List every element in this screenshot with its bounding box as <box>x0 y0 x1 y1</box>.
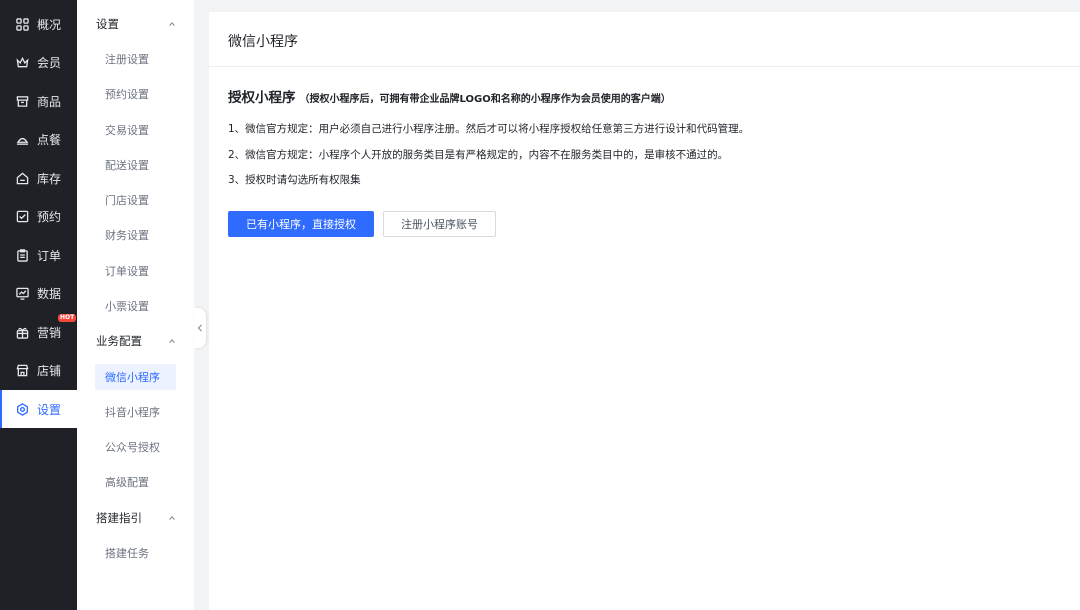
nav-item-marketing[interactable]: 营销 HOT <box>0 313 77 351</box>
monitor-chart-icon <box>16 287 29 300</box>
inventory-icon <box>16 172 29 184</box>
subnav-item-store[interactable]: 门店设置 <box>95 187 176 213</box>
hot-badge: HOT <box>58 314 77 322</box>
subnav-item-build-task[interactable]: 搭建任务 <box>95 540 176 566</box>
chevron-up-icon <box>169 338 175 343</box>
nav-item-booking[interactable]: 预约 <box>0 197 77 235</box>
nav-label: 点餐 <box>37 132 62 147</box>
subnav-item-register[interactable]: 注册设置 <box>95 46 176 72</box>
subnav-group-business[interactable]: 业务配置 <box>77 326 194 356</box>
nav-item-data[interactable]: 数据 <box>0 274 77 312</box>
rule-1: 1、微信官方规定：用户必须自己进行小程序注册。然后才可以将小程序授权给任意第三方… <box>228 123 750 135</box>
rule-3: 3、授权时请勾选所有权限集 <box>228 174 361 186</box>
group-label: 设置 <box>96 17 119 31</box>
nav-label: 店铺 <box>37 363 62 378</box>
nav-label: 数据 <box>37 286 62 301</box>
grid-icon <box>16 17 29 31</box>
title-divider <box>209 66 1080 67</box>
nav-label: 设置 <box>37 402 62 417</box>
chevron-up-icon <box>169 515 175 520</box>
nav-label: 概况 <box>37 17 62 32</box>
nav-item-settings[interactable]: 设置 <box>0 390 77 428</box>
clipboard-icon <box>17 248 28 262</box>
dish-icon <box>16 137 29 145</box>
settings-icon <box>17 402 28 416</box>
group-label: 搭建指引 <box>96 511 142 525</box>
gift-icon <box>16 327 29 339</box>
nav-label: 营销 <box>37 325 62 340</box>
subnav-group-guide[interactable]: 搭建指引 <box>77 503 194 533</box>
crown-icon <box>16 56 29 67</box>
nav-label: 商品 <box>37 94 62 109</box>
subnav-item-official-account[interactable]: 公众号授权 <box>95 434 176 460</box>
group-label: 业务配置 <box>96 334 142 348</box>
nav-item-ordering[interactable]: 点餐 <box>0 120 77 158</box>
nav-label: 库存 <box>37 171 62 186</box>
nav-item-inventory[interactable]: 库存 <box>0 159 77 197</box>
authorize-existing-button[interactable]: 已有小程序，直接授权 <box>228 211 374 237</box>
main-panel: 微信小程序 授权小程序 （授权小程序后，可拥有带企业品牌LOGO和名称的小程序作为… <box>209 12 1080 610</box>
chevron-left-icon <box>197 324 202 332</box>
section-title: 授权小程序 （授权小程序后，可拥有带企业品牌LOGO和名称的小程序作为会员使用的客… <box>228 86 671 106</box>
nav-item-orders[interactable]: 订单 <box>0 236 77 274</box>
subnav-item-booking[interactable]: 预约设置 <box>95 81 176 107</box>
nav-label: 预约 <box>37 209 62 224</box>
subnav-item-receipt[interactable]: 小票设置 <box>95 293 176 319</box>
primary-sidebar: 概况 会员 商品 点餐 库存 预约 订单 数据 营销 HOT 店铺 设置 <box>0 0 77 610</box>
subnav-item-advanced[interactable]: 高级配置 <box>95 469 176 495</box>
nav-item-members[interactable]: 会员 <box>0 43 77 81</box>
nav-label: 订单 <box>37 248 62 263</box>
nav-label: 会员 <box>37 55 62 70</box>
chevron-up-icon <box>169 21 175 26</box>
subnav-item-wechat-miniprogram[interactable]: 微信小程序 <box>95 364 176 390</box>
nav-item-products[interactable]: 商品 <box>0 82 77 120</box>
subnav-item-delivery[interactable]: 配送设置 <box>95 152 176 178</box>
nav-item-overview[interactable]: 概况 <box>0 5 77 43</box>
page-title: 微信小程序 <box>228 34 298 50</box>
secondary-sidebar: 设置 注册设置 预约设置 交易设置 配送设置 门店设置 财务设置 订单设置 小票… <box>77 0 194 610</box>
sidebar-collapse-handle[interactable] <box>194 308 206 348</box>
calendar-check-icon <box>16 210 29 222</box>
subnav-group-settings[interactable]: 设置 <box>77 9 194 39</box>
subnav-item-finance[interactable]: 财务设置 <box>95 222 176 248</box>
subnav-item-order[interactable]: 订单设置 <box>95 258 176 284</box>
rule-2: 2、微信官方规定：小程序个人开放的服务类目是有严格规定的，内容不在服务类目中的，… <box>228 149 729 161</box>
nav-item-store[interactable]: 店铺 <box>0 351 77 389</box>
store-icon <box>16 95 29 107</box>
section-note: （授权小程序后，可拥有带企业品牌LOGO和名称的小程序作为会员使用的客户端） <box>299 94 671 105</box>
shop-icon <box>16 364 29 376</box>
subnav-item-transaction[interactable]: 交易设置 <box>95 117 176 143</box>
section-title-text: 授权小程序 <box>228 90 296 106</box>
subnav-item-douyin-miniprogram[interactable]: 抖音小程序 <box>95 399 176 425</box>
register-miniprogram-button[interactable]: 注册小程序账号 <box>383 211 496 237</box>
